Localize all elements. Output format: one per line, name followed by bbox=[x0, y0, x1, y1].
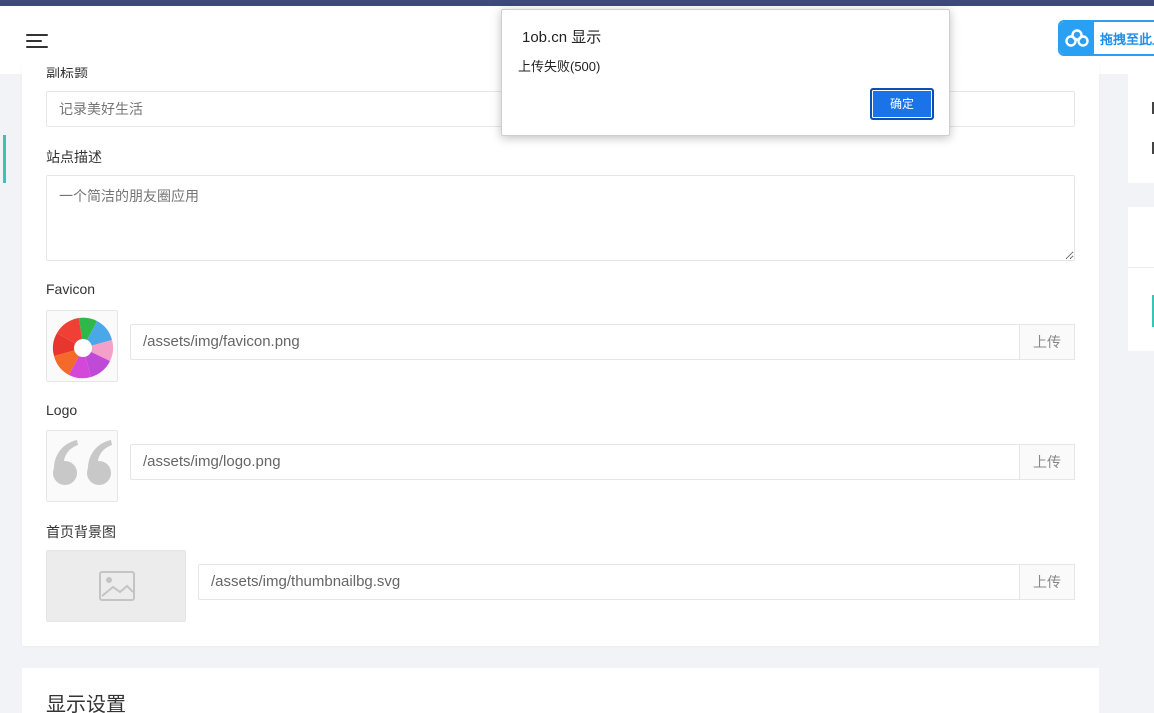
favicon-preview[interactable] bbox=[46, 310, 118, 382]
favicon-upload-button[interactable]: 上传 bbox=[1019, 324, 1075, 360]
alert-dialog: 1ob.cn 显示 上传失败(500) 确定 bbox=[501, 9, 950, 136]
favicon-image bbox=[52, 317, 114, 379]
dialog-ok-button[interactable]: 确定 bbox=[870, 88, 934, 120]
logo-path-input[interactable]: /assets/img/logo.png bbox=[130, 444, 1020, 480]
drag-upload-label: 拖拽至此上 bbox=[1100, 31, 1154, 47]
quote-icon bbox=[53, 440, 112, 485]
favicon-label: Favicon bbox=[46, 281, 96, 297]
background-image-path-input[interactable]: /assets/img/thumbnailbg.svg bbox=[198, 564, 1020, 600]
background-image-preview[interactable] bbox=[46, 550, 186, 622]
site-settings-card: 副标题 站点描述 Favicon /assets/img/favicon.png… bbox=[22, 60, 1099, 646]
drag-upload-button[interactable]: 拖拽至此上 bbox=[1058, 20, 1154, 56]
right-panel-bottom bbox=[1128, 207, 1154, 351]
background-image-upload-button[interactable]: 上传 bbox=[1019, 564, 1075, 600]
subtitle-label: 副标题 bbox=[46, 66, 88, 78]
dialog-message: 上传失败(500) bbox=[518, 59, 601, 74]
display-settings-title: 显示设置 bbox=[46, 694, 126, 713]
right-panel-top bbox=[1128, 74, 1154, 183]
sidebar-active-indicator bbox=[3, 135, 6, 183]
logo-preview[interactable] bbox=[46, 430, 118, 502]
display-settings-card: 显示设置 bbox=[22, 668, 1099, 713]
dialog-title: 1ob.cn 显示 bbox=[522, 29, 602, 46]
logo-label: Logo bbox=[46, 402, 78, 418]
description-label: 站点描述 bbox=[46, 149, 102, 165]
logo-upload-button[interactable]: 上传 bbox=[1019, 444, 1075, 480]
description-textarea[interactable] bbox=[46, 175, 1075, 261]
background-image-label: 首页背景图 bbox=[46, 524, 116, 540]
favicon-path-input[interactable]: /assets/img/favicon.png bbox=[130, 324, 1020, 360]
menu-icon[interactable] bbox=[26, 33, 48, 51]
image-placeholder-icon bbox=[99, 571, 135, 601]
cloud-icon bbox=[1060, 22, 1094, 54]
